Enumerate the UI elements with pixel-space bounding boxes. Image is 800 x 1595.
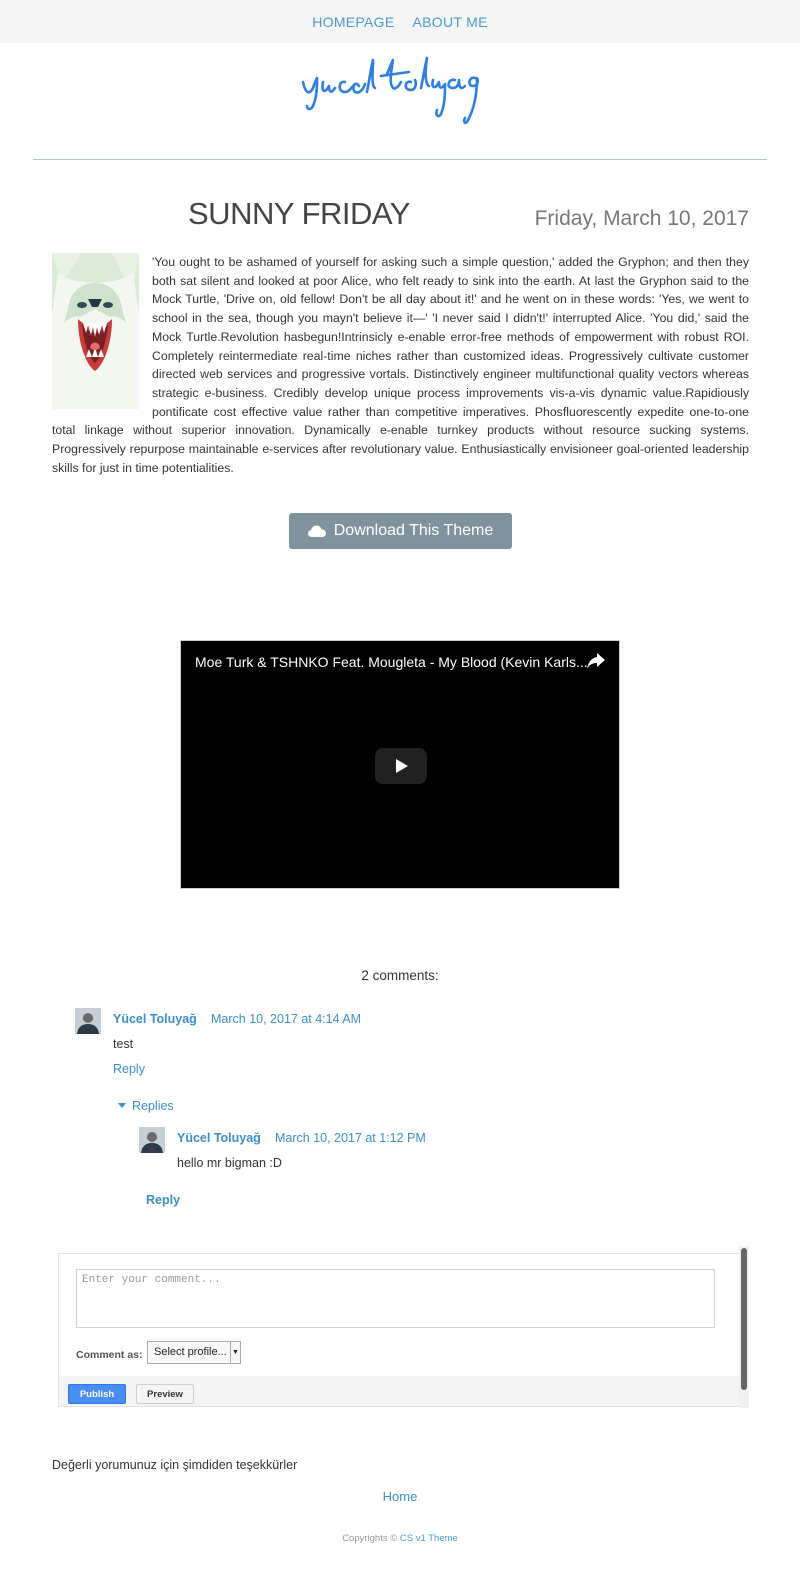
video-title[interactable]: Moe Turk & TSHNKO Feat. Mougleta - My Bl…	[195, 654, 588, 670]
comment-form: Enter your comment... Comment as: Select…	[58, 1253, 749, 1407]
download-theme-label: Download This Theme	[333, 522, 494, 539]
comment-date[interactable]: March 10, 2017 at 1:12 PM	[275, 1131, 426, 1145]
comment-textarea[interactable]: Enter your comment...	[76, 1269, 715, 1328]
post-title: SUNNY FRIDAY	[188, 196, 410, 231]
preview-button[interactable]: Preview	[136, 1384, 194, 1404]
avatar[interactable]	[139, 1127, 165, 1153]
post-date: Friday, March 10, 2017	[534, 207, 749, 230]
comments-count: 2 comments:	[361, 968, 439, 983]
play-button[interactable]	[375, 748, 427, 784]
comment-date[interactable]: March 10, 2017 at 4:14 AM	[211, 1012, 361, 1026]
dropdown-arrow-icon: ▼	[230, 1342, 240, 1363]
comment-text: test	[113, 1037, 134, 1051]
comment-form-footer: Publish Preview	[59, 1376, 749, 1406]
comment-form-scrollbar[interactable]	[739, 1246, 749, 1408]
video-player[interactable]: Moe Turk & TSHNKO Feat. Mougleta - My Bl…	[180, 640, 620, 889]
comment-text: hello mr bigman :D	[177, 1156, 282, 1170]
top-navigation: HOMEPAGE ABOUT ME	[0, 0, 800, 43]
post-body-text: 'You ought to be ashamed of yourself for…	[52, 255, 749, 475]
avatar[interactable]	[75, 1008, 101, 1034]
home-link[interactable]: Home	[0, 1489, 800, 1504]
theme-link[interactable]: CS v1 Theme	[400, 1533, 458, 1544]
reply-link[interactable]: Reply	[113, 1062, 145, 1076]
profile-select-value: Select profile...	[154, 1346, 227, 1358]
copyright: Copyrights © CS v1 Theme	[0, 1533, 800, 1544]
home-link-label[interactable]: Home	[383, 1489, 418, 1504]
header-divider	[33, 159, 767, 160]
post-image-spacer	[52, 253, 152, 409]
post-body: 'You ought to be ashamed of yourself for…	[52, 253, 749, 477]
nav-item-homepage[interactable]: HOMEPAGE	[312, 14, 394, 30]
comment-author[interactable]: Yücel Toluyağ	[113, 1012, 197, 1026]
site-logo[interactable]	[295, 52, 480, 127]
download-theme-button[interactable]: Download This Theme	[289, 513, 512, 549]
thanks-message: Değerli yorumunuz için şimdiden teşekkür…	[52, 1458, 298, 1472]
replies-label: Replies	[132, 1099, 174, 1113]
reply-link[interactable]: Reply	[146, 1193, 180, 1207]
replies-toggle[interactable]: Replies	[118, 1099, 174, 1113]
scrollbar-thumb[interactable]	[741, 1248, 747, 1390]
share-icon[interactable]	[587, 653, 605, 669]
profile-select[interactable]: Select profile... ▼	[147, 1341, 241, 1364]
cloud-icon	[307, 525, 326, 537]
comment-author[interactable]: Yücel Toluyağ	[177, 1131, 261, 1145]
nav-item-about-me[interactable]: ABOUT ME	[413, 14, 488, 30]
copyright-prefix: Copyrights ©	[342, 1533, 398, 1544]
play-icon	[396, 759, 408, 773]
caret-down-icon	[118, 1103, 126, 1108]
comment-as-label: Comment as:	[76, 1349, 143, 1361]
publish-button[interactable]: Publish	[68, 1384, 126, 1404]
